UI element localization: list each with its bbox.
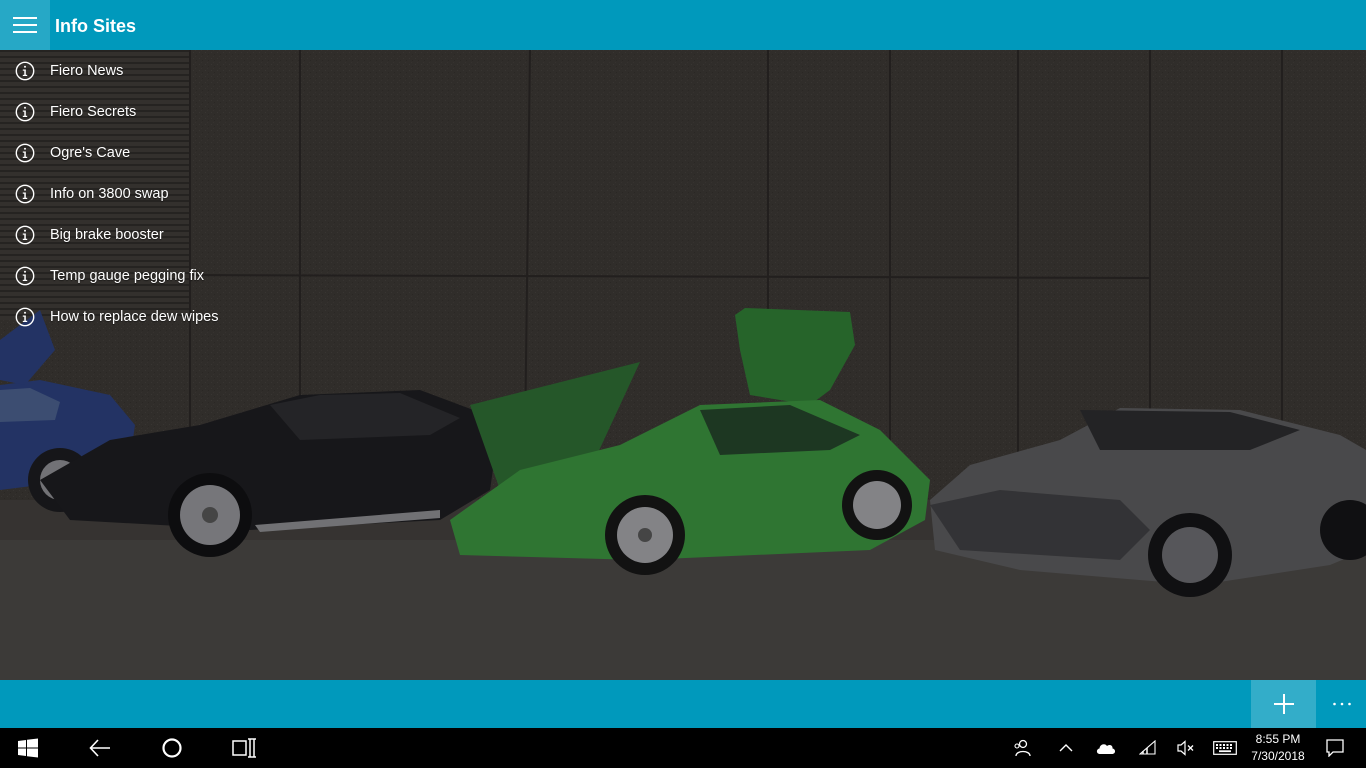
add-button[interactable] xyxy=(1251,680,1316,728)
site-label: Ogre's Cave xyxy=(50,144,131,161)
start-button[interactable] xyxy=(8,728,48,768)
task-view-icon xyxy=(232,738,256,758)
site-item[interactable]: Big brake booster xyxy=(0,214,260,255)
site-item[interactable]: Fiero News xyxy=(0,50,260,91)
site-item[interactable]: How to replace dew wipes xyxy=(0,296,260,337)
site-item[interactable]: Temp gauge pegging fix xyxy=(0,255,260,296)
back-arrow-icon xyxy=(89,739,110,757)
site-label: Temp gauge pegging fix xyxy=(50,267,204,284)
clock-date: 7/30/2018 xyxy=(1251,749,1305,763)
hamburger-icon xyxy=(13,17,37,33)
info-icon xyxy=(15,307,35,326)
touch-keyboard-button[interactable] xyxy=(1210,728,1240,768)
windows-icon xyxy=(18,738,38,758)
site-item[interactable]: Ogre's Cave xyxy=(0,132,260,173)
network-button[interactable] xyxy=(1134,728,1162,768)
show-hidden-icons-button[interactable] xyxy=(1052,728,1080,768)
action-center-button[interactable] xyxy=(1320,728,1350,768)
ellipsis-icon xyxy=(1333,702,1351,706)
taskbar: 8:55 PM 7/30/2018 xyxy=(0,728,1366,768)
wifi-icon xyxy=(1139,740,1156,755)
site-label: Fiero Secrets xyxy=(50,103,137,120)
task-view-button[interactable] xyxy=(224,728,264,768)
keyboard-icon xyxy=(1213,741,1237,755)
info-icon xyxy=(15,61,35,80)
hamburger-menu-button[interactable] xyxy=(0,0,50,50)
onedrive-cloud-icon xyxy=(1096,744,1116,754)
info-icon xyxy=(15,225,35,244)
people-icon xyxy=(1014,739,1031,757)
cortana-circle-icon xyxy=(162,738,182,758)
site-list: Fiero News Fiero Secrets Ogre's Cave Inf… xyxy=(0,50,260,337)
more-options-button[interactable] xyxy=(1318,680,1366,728)
clock-time: 8:55 PM xyxy=(1255,732,1301,746)
page-title: Info Sites xyxy=(55,16,137,36)
title-bar: Info Sites xyxy=(0,0,1366,50)
site-label: Info on 3800 swap xyxy=(50,185,169,202)
back-button[interactable] xyxy=(80,728,120,768)
onedrive-button[interactable] xyxy=(1092,728,1120,768)
site-item[interactable]: Fiero Secrets xyxy=(0,91,260,132)
volume-muted-icon xyxy=(1177,740,1194,756)
info-icon xyxy=(15,266,35,285)
main-content: Fiero News Fiero Secrets Ogre's Cave Inf… xyxy=(0,50,1366,680)
info-icon xyxy=(15,184,35,203)
clock[interactable]: 8:55 PM 7/30/2018 xyxy=(1244,728,1312,768)
info-icon xyxy=(15,102,35,121)
people-button[interactable] xyxy=(1008,728,1036,768)
chevron-up-icon xyxy=(1059,744,1073,752)
site-label: Big brake booster xyxy=(50,226,164,243)
site-item[interactable]: Info on 3800 swap xyxy=(0,173,260,214)
site-label: How to replace dew wipes xyxy=(50,308,219,325)
volume-button[interactable] xyxy=(1172,728,1200,768)
site-label: Fiero News xyxy=(50,62,124,79)
notification-icon xyxy=(1326,739,1344,757)
plus-icon xyxy=(1273,694,1294,714)
cortana-button[interactable] xyxy=(152,728,192,768)
info-icon xyxy=(15,143,35,162)
command-bar xyxy=(0,680,1366,728)
